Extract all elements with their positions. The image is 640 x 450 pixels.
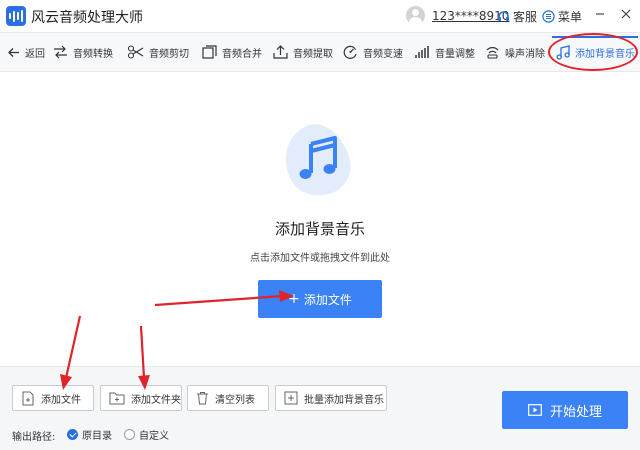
radio-checked-icon [67, 429, 78, 440]
app-title: 风云音频处理大师 [31, 10, 143, 26]
radio-custom-label: 自定义 [139, 431, 169, 442]
active-tab-underline [552, 36, 638, 38]
page-title: 添加背景音乐 [274, 220, 365, 238]
add-folder-button[interactable]: 添加文件夹 [100, 385, 182, 411]
app-logo-icon [6, 6, 26, 26]
tool-audio-convert[interactable]: 音频转换 [53, 33, 113, 71]
add-box-icon [284, 391, 298, 405]
tool-noise-removal-label: 噪声消除 [505, 48, 545, 60]
start-processing-button[interactable]: 开始处理 [502, 391, 628, 429]
minimize-icon [595, 7, 605, 23]
tool-audio-cut-label: 音频剪切 [149, 48, 189, 60]
tool-audio-merge[interactable]: 音频合并 [202, 33, 262, 71]
radio-unchecked-icon [124, 429, 135, 440]
volume-bars-icon [415, 46, 429, 58]
folder-add-icon [109, 392, 125, 405]
close-icon [621, 7, 631, 23]
bottom-panel: 添加文件 添加文件夹 清空列表 批量添加背景音乐 输出路径: 原目录 自定义 开… [0, 366, 640, 450]
play-icon [528, 404, 542, 416]
tool-audio-convert-label: 音频转换 [73, 48, 113, 60]
add-folder-label: 添加文件夹 [131, 394, 181, 406]
bottom-add-file-label: 添加文件 [41, 394, 81, 406]
bottom-add-file-button[interactable]: 添加文件 [12, 385, 94, 411]
noise-icon [486, 47, 499, 59]
add-file-button-label: 添加文件 [303, 292, 352, 307]
output-path-label: 输出路径: [12, 432, 56, 443]
add-file-button[interactable]: + 添加文件 [258, 280, 382, 318]
speed-icon [343, 45, 357, 59]
trash-icon [197, 392, 208, 405]
avatar[interactable] [406, 6, 425, 25]
music-file-icon [285, 124, 351, 196]
close-button[interactable] [617, 6, 635, 24]
tool-audio-speed[interactable]: 音频变速 [343, 33, 403, 71]
scissors-icon [127, 45, 144, 59]
tool-back[interactable]: 返回 [7, 33, 45, 71]
tool-volume-adjust-label: 音量调整 [435, 48, 475, 60]
tool-audio-cut[interactable]: 音频剪切 [127, 33, 189, 71]
tool-add-bg-music-label: 添加背景音乐 [575, 48, 635, 60]
tool-audio-speed-label: 音频变速 [363, 48, 403, 60]
start-processing-label: 开始处理 [549, 404, 602, 420]
music-note-icon [556, 44, 570, 60]
merge-icon [202, 45, 217, 59]
radio-original-dir[interactable]: 原目录 [67, 427, 112, 442]
batch-add-bg-music-label: 批量添加背景音乐 [304, 394, 384, 406]
tool-volume-adjust[interactable]: 音量调整 [414, 33, 475, 71]
arrow-left-icon [8, 47, 19, 57]
feature-toolbar: 返回 音频转换 音频剪切 音频合并 音频提取 音频变速 音量调整 噪声消除 添加… [0, 32, 640, 72]
headset-icon [497, 10, 510, 23]
upload-icon [273, 45, 288, 59]
batch-add-bg-music-button[interactable]: 批量添加背景音乐 [275, 385, 387, 411]
menu-button[interactable]: 菜单 [542, 8, 582, 25]
tool-back-label: 返回 [25, 48, 45, 60]
radio-custom-dir[interactable]: 自定义 [124, 427, 169, 442]
minimize-button[interactable] [591, 6, 609, 24]
clear-list-label: 清空列表 [215, 394, 255, 406]
tool-noise-removal[interactable]: 噪声消除 [485, 33, 545, 71]
customer-service-label: 客服 [513, 10, 538, 24]
title-bar: 风云音频处理大师 123****8910 客服 菜单 [0, 0, 640, 32]
menu-label: 菜单 [558, 10, 583, 24]
tool-audio-extract[interactable]: 音频提取 [273, 33, 333, 71]
menu-icon [542, 10, 555, 23]
file-add-icon [22, 391, 34, 405]
tool-audio-merge-label: 音频合并 [222, 48, 262, 60]
clear-list-button[interactable]: 清空列表 [187, 385, 269, 411]
drop-hint: 点击添加文件或拖拽文件到此处 [250, 253, 390, 264]
plus-icon: + [288, 291, 300, 307]
tool-add-bg-music[interactable]: 添加背景音乐 [556, 33, 635, 71]
tool-audio-extract-label: 音频提取 [293, 48, 333, 60]
radio-original-label: 原目录 [82, 431, 112, 442]
customer-service-button[interactable]: 客服 [497, 8, 537, 25]
swap-icon [54, 45, 67, 59]
drop-zone[interactable]: 添加背景音乐 点击添加文件或拖拽文件到此处 + 添加文件 [0, 72, 640, 366]
